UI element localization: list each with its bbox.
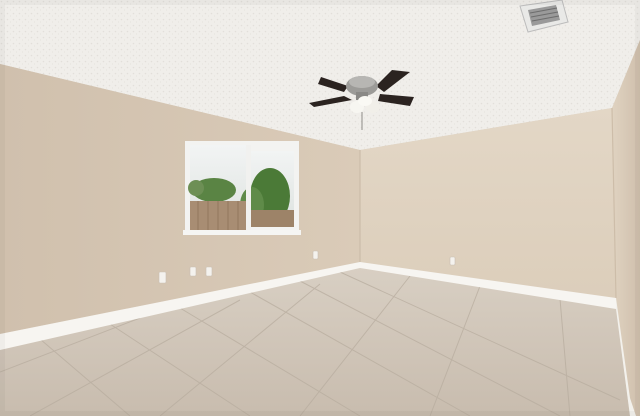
outlet-window-2 (205, 266, 213, 277)
room-svg (0, 0, 640, 416)
outlet-corner (312, 250, 319, 260)
outlet-left (158, 271, 167, 284)
window (183, 141, 301, 235)
outlet-window (189, 266, 197, 277)
room-photo (0, 0, 640, 416)
outlet-back (449, 256, 456, 266)
window-sill (183, 230, 301, 235)
